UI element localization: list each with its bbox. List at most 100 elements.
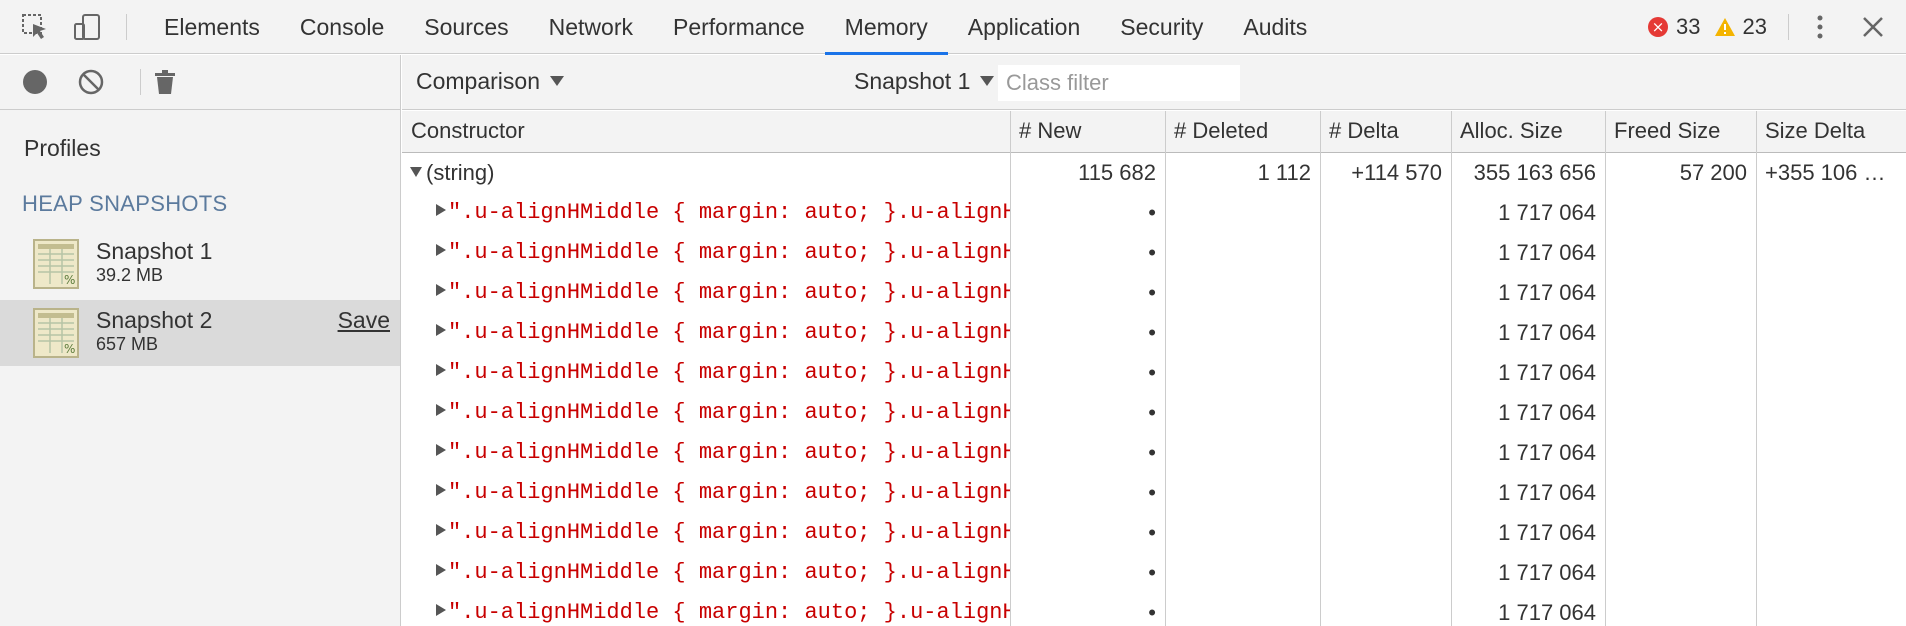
string-value: ".u-alignHMiddle { margin: auto; }.u-ali…	[448, 600, 1010, 625]
constructor-cell: ".u-alignHMiddle { margin: auto; }.u-ali…	[410, 353, 1010, 393]
string-value: ".u-alignHMiddle { margin: auto; }.u-ali…	[448, 560, 1010, 585]
string-value: ".u-alignHMiddle { margin: auto; }.u-ali…	[448, 440, 1010, 465]
view-select[interactable]: Comparison	[416, 68, 564, 95]
tab-sources[interactable]: Sources	[404, 0, 528, 54]
column-header-deleted[interactable]: # Deleted	[1165, 111, 1320, 153]
snapshot-item-selected[interactable]: % Snapshot 2 657 MB Save	[0, 300, 400, 366]
class-filter-input[interactable]	[998, 65, 1240, 101]
expand-triangle-icon[interactable]	[436, 524, 446, 537]
svg-text:%: %	[64, 273, 75, 287]
sidebar-toolbar	[0, 55, 400, 110]
alloc-size-cell: 1 717 064	[1498, 360, 1596, 385]
snapshot-icon: %	[33, 308, 79, 358]
table-row[interactable]: ".u-alignHMiddle { margin: auto; }.u-ali…	[402, 553, 1906, 593]
tab-network[interactable]: Network	[529, 0, 653, 54]
inspect-element-icon[interactable]	[20, 12, 50, 42]
error-icon: ×	[1648, 17, 1668, 37]
new-count-cell: •	[1148, 400, 1156, 425]
string-value: ".u-alignHMiddle { margin: auto; }.u-ali…	[448, 280, 1010, 305]
column-header-freed-size[interactable]: Freed Size	[1605, 111, 1756, 153]
new-count-cell: •	[1148, 440, 1156, 465]
constructor-cell: ".u-alignHMiddle { margin: auto; }.u-ali…	[410, 393, 1010, 433]
table-row[interactable]: ".u-alignHMiddle { margin: auto; }.u-ali…	[402, 473, 1906, 513]
tab-memory[interactable]: Memory	[824, 0, 948, 55]
column-header-size-delta[interactable]: Size Delta	[1756, 111, 1906, 153]
expand-triangle-icon[interactable]	[410, 167, 422, 178]
table-row[interactable]: ".u-alignHMiddle { margin: auto; }.u-ali…	[402, 193, 1906, 233]
alloc-size-cell: 1 717 064	[1498, 480, 1596, 505]
table-row[interactable]: ".u-alignHMiddle { margin: auto; }.u-ali…	[402, 433, 1906, 473]
alloc-size-cell: 1 717 064	[1498, 560, 1596, 585]
constructor-cell: ".u-alignHMiddle { margin: auto; }.u-ali…	[410, 193, 1010, 233]
constructor-cell: ".u-alignHMiddle { margin: auto; }.u-ali…	[410, 513, 1010, 553]
issue-counters[interactable]: × 33 23	[1648, 14, 1767, 40]
delta-count-cell: +114 570	[1351, 160, 1442, 185]
table-row[interactable]: ".u-alignHMiddle { margin: auto; }.u-ali…	[402, 353, 1906, 393]
tab-elements[interactable]: Elements	[144, 0, 280, 54]
view-select-label: Comparison	[416, 68, 540, 94]
string-value: ".u-alignHMiddle { margin: auto; }.u-ali…	[448, 360, 1010, 385]
table-row[interactable]: ".u-alignHMiddle { margin: auto; }.u-ali…	[402, 513, 1906, 553]
string-value: ".u-alignHMiddle { margin: auto; }.u-ali…	[448, 480, 1010, 505]
comparison-toolbar: Comparison Snapshot 1	[402, 55, 1906, 110]
string-value: ".u-alignHMiddle { margin: auto; }.u-ali…	[448, 320, 1010, 345]
tab-console[interactable]: Console	[280, 0, 404, 54]
alloc-size-cell: 1 717 064	[1498, 440, 1596, 465]
constructor-cell: ".u-alignHMiddle { margin: auto; }.u-ali…	[410, 473, 1010, 513]
column-header-delta[interactable]: # Delta	[1320, 111, 1451, 153]
table-row[interactable]: ".u-alignHMiddle { margin: auto; }.u-ali…	[402, 273, 1906, 313]
expand-triangle-icon[interactable]	[436, 324, 446, 337]
snapshot-item[interactable]: % Snapshot 1 39.2 MB	[0, 231, 400, 297]
grid-header: Constructor # New # Deleted # Delta Allo…	[402, 111, 1906, 153]
constructor-name: (string)	[426, 160, 495, 185]
table-row-root[interactable]: (string) 115 682 1 112 +114 570 355 163 …	[402, 153, 1906, 193]
expand-triangle-icon[interactable]	[436, 564, 446, 577]
collect-garbage-icon[interactable]	[150, 67, 180, 97]
deleted-count-cell: 1 112	[1257, 160, 1311, 185]
warning-icon	[1715, 18, 1736, 36]
snapshot-size: 39.2 MB	[96, 265, 164, 285]
size-delta-cell: +355 106 …	[1765, 160, 1886, 185]
device-toolbar-icon[interactable]	[72, 12, 102, 42]
table-row[interactable]: ".u-alignHMiddle { margin: auto; }.u-ali…	[402, 393, 1906, 433]
alloc-size-cell: 1 717 064	[1498, 320, 1596, 345]
expand-triangle-icon[interactable]	[436, 484, 446, 497]
expand-triangle-icon[interactable]	[436, 244, 446, 257]
expand-triangle-icon[interactable]	[436, 204, 446, 217]
new-count-cell: •	[1148, 600, 1156, 625]
snapshot-size: 657 MB	[96, 334, 159, 354]
new-count-cell: •	[1148, 360, 1156, 385]
expand-triangle-icon[interactable]	[436, 404, 446, 417]
expand-triangle-icon[interactable]	[436, 604, 446, 617]
base-snapshot-select[interactable]: Snapshot 1	[854, 68, 995, 95]
expand-triangle-icon[interactable]	[436, 364, 446, 377]
snapshot-name: Snapshot 1	[96, 238, 213, 264]
more-options-icon[interactable]	[1805, 12, 1835, 42]
constructor-cell: ".u-alignHMiddle { margin: auto; }.u-ali…	[410, 433, 1010, 473]
panel-tabs: Elements Console Sources Network Performance…	[144, 0, 1327, 55]
column-header-new[interactable]: # New	[1010, 111, 1165, 153]
close-icon[interactable]	[1858, 12, 1888, 42]
grid-body: (string) 115 682 1 112 +114 570 355 163 …	[402, 153, 1906, 626]
svg-text:%: %	[64, 342, 75, 356]
column-header-constructor[interactable]: Constructor	[402, 111, 1010, 153]
expand-triangle-icon[interactable]	[436, 444, 446, 457]
constructor-cell: (string)	[410, 153, 1010, 193]
new-count-cell: •	[1148, 520, 1156, 545]
column-header-alloc-size[interactable]: Alloc. Size	[1451, 111, 1605, 153]
expand-triangle-icon[interactable]	[436, 284, 446, 297]
table-row[interactable]: ".u-alignHMiddle { margin: auto; }.u-ali…	[402, 313, 1906, 353]
base-snapshot-label: Snapshot 1	[854, 68, 971, 94]
tab-application[interactable]: Application	[948, 0, 1101, 54]
tab-security[interactable]: Security	[1100, 0, 1223, 54]
table-row[interactable]: ".u-alignHMiddle { margin: auto; }.u-ali…	[402, 593, 1906, 626]
clear-all-icon[interactable]	[76, 67, 106, 97]
table-row[interactable]: ".u-alignHMiddle { margin: auto; }.u-ali…	[402, 233, 1906, 273]
tab-audits[interactable]: Audits	[1223, 0, 1327, 54]
constructor-cell: ".u-alignHMiddle { margin: auto; }.u-ali…	[410, 593, 1010, 626]
record-icon[interactable]	[20, 67, 50, 97]
heap-snapshots-heading: HEAP SNAPSHOTS	[22, 191, 228, 216]
save-snapshot-link[interactable]: Save	[338, 307, 390, 334]
tab-performance[interactable]: Performance	[653, 0, 825, 54]
alloc-size-cell: 355 163 656	[1473, 160, 1596, 185]
